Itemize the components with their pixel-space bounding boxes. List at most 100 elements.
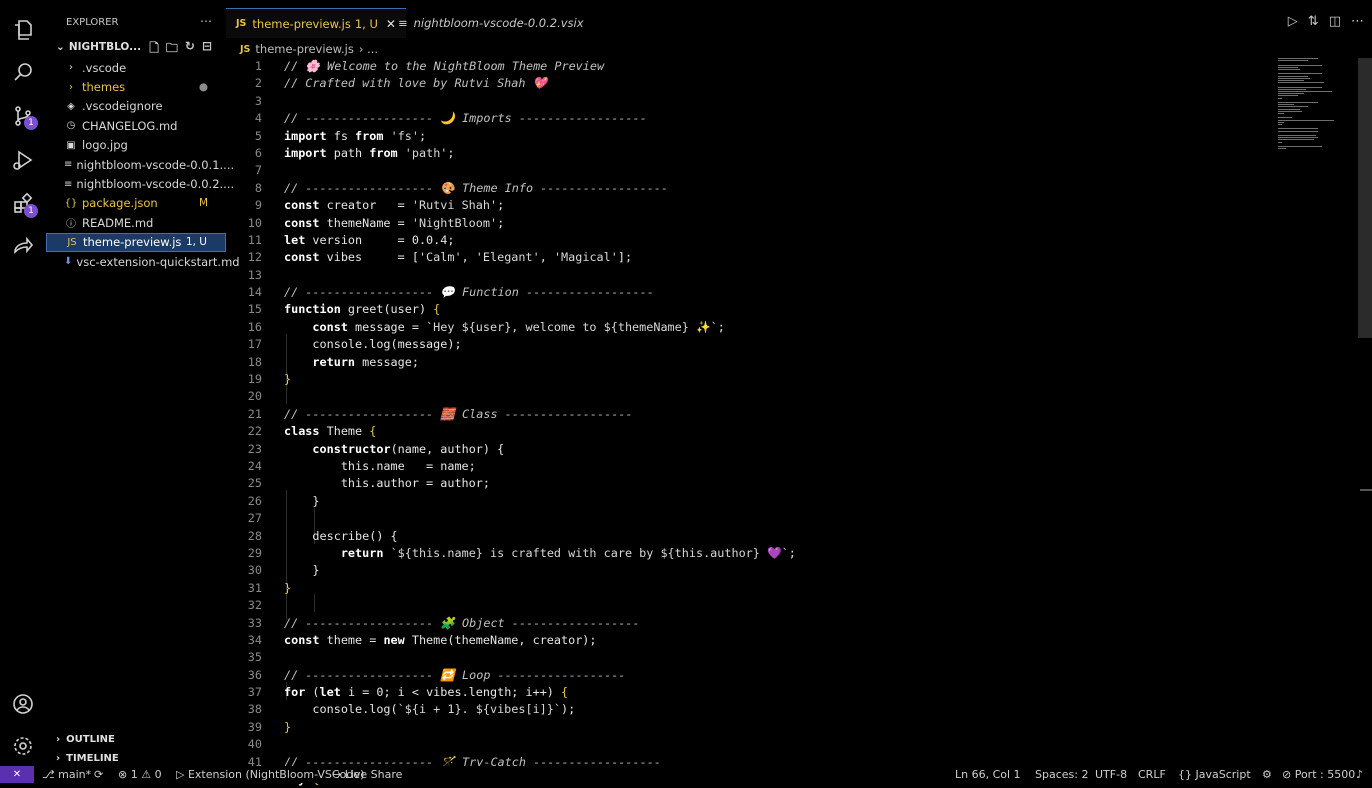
line-number: 17 (247, 337, 262, 352)
code-line[interactable]: 40 (226, 736, 1266, 753)
code-line[interactable]: 37 for (let i = 0; i < vibes.length; i++)… (226, 684, 1266, 701)
indentation[interactable]: Spaces: 2 (1035, 766, 1088, 783)
file-tree-item[interactable]: ≡ nightbloom-vscode-0.0.1.... (46, 155, 234, 174)
code-line[interactable]: 24 this.name = name; (226, 458, 1266, 475)
workspace-folder[interactable]: ⌄ NIGHTBLO... 🗋 🗀 ↻ ⊟ (46, 36, 226, 58)
live-share-icon[interactable] (0, 228, 46, 268)
git-status-badge: ● (198, 81, 208, 94)
file-tree-item[interactable]: ◈ .vscodeignore (46, 97, 226, 116)
file-tree-item[interactable]: ≡ nightbloom-vscode-0.0.2.... (46, 174, 234, 193)
code-line[interactable]: 15 function greet(user) { (226, 301, 1266, 318)
code-text: // ------------------ 🌙 Imports --------… (284, 111, 647, 126)
more-actions-icon[interactable]: ⋯ (200, 14, 212, 28)
compare-changes-icon[interactable]: ⇅ (1308, 14, 1319, 29)
code-line[interactable]: 22 class Theme { (226, 423, 1266, 440)
refresh-icon[interactable]: ↻ (185, 39, 195, 60)
code-line[interactable]: 2 // Crafted with love by Rutvi Shah 💖 (226, 75, 1266, 92)
settings-gear-icon[interactable] (0, 726, 46, 766)
minimap[interactable] (1278, 58, 1358, 158)
code-line[interactable]: 5 import fs from 'fs'; (226, 128, 1266, 145)
minimap-line (1278, 104, 1294, 106)
breadcrumb-file[interactable]: theme-preview.js (255, 42, 353, 56)
code-line[interactable]: 9 const creator = 'Rutvi Shah'; (226, 197, 1266, 214)
code-line[interactable]: 4 // ------------------ 🌙 Imports -------… (226, 110, 1266, 127)
more-actions-icon[interactable]: ⋯ (1351, 14, 1364, 29)
sync-icon[interactable]: ⟳ (94, 766, 103, 783)
notifications-bell-icon[interactable]: ♪ (1356, 766, 1363, 783)
code-line[interactable]: 3 (226, 93, 1266, 110)
code-line[interactable]: 34 const theme = new Theme(themeName, cre… (226, 632, 1266, 649)
line-number: 13 (247, 267, 262, 282)
code-line[interactable]: 38 console.log(`${i + 1}. ${vibes[i]}`); (226, 701, 1266, 718)
code-line[interactable]: 10 const themeName = 'NightBloom'; (226, 215, 1266, 232)
cursor-position[interactable]: Ln 66, Col 1 (955, 766, 1021, 783)
code-line[interactable]: 16 const message = `Hey ${user}, welcome… (226, 319, 1266, 336)
code-line[interactable]: 23 constructor(name, author) { (226, 441, 1266, 458)
account-icon[interactable] (0, 684, 46, 724)
file-tree-item[interactable]: {} package.json M (46, 194, 226, 213)
code-editor[interactable]: 1 // 🌸 Welcome to the NightBloom Theme Pr… (226, 58, 1266, 788)
run-debug-icon[interactable] (0, 140, 46, 180)
file-tree-item[interactable]: ⬇ vsc-extension-quickstart.md (46, 252, 240, 271)
file-tree-item[interactable]: ◷ CHANGELOG.md (46, 116, 226, 135)
encoding[interactable]: UTF-8 (1095, 766, 1127, 783)
line-number: 24 (247, 458, 262, 473)
code-line[interactable]: 1 // 🌸 Welcome to the NightBloom Theme Pr… (226, 58, 1266, 75)
outline-section[interactable]: › OUTLINE (46, 730, 236, 749)
code-line[interactable]: 12 const vibes = ['Calm', 'Elegant', 'Mag… (226, 249, 1266, 266)
branch-indicator[interactable]: ⎇ main* (42, 766, 91, 783)
live-share-button[interactable]: ↪ Live Share (332, 766, 402, 783)
live-server-port[interactable]: ⊘ Port : 5500 (1282, 766, 1355, 783)
vertical-scrollbar[interactable] (1358, 58, 1372, 338)
file-tree-item[interactable]: › .vscode (46, 58, 226, 77)
remote-indicator-icon[interactable]: ✕ (0, 766, 34, 783)
tab-vsix[interactable]: ≡ nightbloom-vscode-0.0.2.vsix (388, 8, 594, 37)
line-number: 40 (247, 737, 262, 752)
new-folder-icon[interactable]: 🗀 (166, 39, 178, 60)
copilot-icon[interactable]: ⚙ (1262, 766, 1272, 783)
tab-theme-preview[interactable]: JS theme-preview.js 1, U ✕ (226, 8, 406, 38)
code-line[interactable]: 32 (226, 597, 1266, 614)
code-line[interactable]: 27 (226, 510, 1266, 527)
breadcrumb-rest[interactable]: › ... (359, 42, 378, 56)
code-line[interactable]: 30 } (226, 562, 1266, 579)
code-line[interactable]: 20 (226, 388, 1266, 405)
code-line[interactable]: 21 // ------------------ 🧱 Class --------… (226, 406, 1266, 423)
code-line[interactable]: 13 (226, 267, 1266, 284)
file-tree-item[interactable]: ⓘ README.md (46, 213, 226, 232)
code-line[interactable]: 7 (226, 162, 1266, 179)
collapse-all-icon[interactable]: ⊟ (202, 39, 212, 60)
language-mode[interactable]: {} JavaScript (1178, 766, 1251, 783)
code-line[interactable]: 31} (226, 580, 1266, 597)
code-line[interactable]: 25 this.author = author; (226, 475, 1266, 492)
run-icon[interactable]: ▷ (1288, 14, 1298, 29)
code-line[interactable]: 11 let version = 0.0.4; (226, 232, 1266, 249)
breadcrumb: JS theme-preview.js › ... (240, 40, 378, 58)
code-line[interactable]: 8 // ------------------ 🎨 Theme Info ----… (226, 180, 1266, 197)
search-icon[interactable] (0, 52, 46, 92)
source-control-icon[interactable]: 1 (0, 96, 46, 136)
code-line[interactable]: 18 return message; (226, 354, 1266, 371)
code-line[interactable]: 19} (226, 371, 1266, 388)
code-line[interactable]: 33 // ------------------ 🧩 Object -------… (226, 615, 1266, 632)
code-line[interactable]: 17 console.log(message); (226, 336, 1266, 353)
code-line[interactable]: 6 import path from 'path'; (226, 145, 1266, 162)
new-file-icon[interactable]: 🗋 (149, 39, 159, 60)
split-editor-icon[interactable]: ◫ (1329, 14, 1341, 29)
code-line[interactable]: 36 // ------------------ 🔁 Loop ---------… (226, 667, 1266, 684)
extensions-icon[interactable]: 1 (0, 184, 46, 224)
chevron-down-icon: ⌄ (56, 41, 65, 53)
file-tree-item[interactable]: › themes ● (46, 77, 226, 96)
file-tree-item[interactable]: JS theme-preview.js 1, U (46, 232, 226, 252)
code-line[interactable]: 29 return `${this.name} is crafted with … (226, 545, 1266, 562)
end-of-line[interactable]: CRLF (1138, 766, 1166, 783)
code-line[interactable]: 35 (226, 649, 1266, 666)
file-tree-label: nightbloom-vscode-0.0.2.... (76, 177, 235, 192)
code-line[interactable]: 26 } (226, 493, 1266, 510)
explorer-icon[interactable] (0, 10, 46, 50)
code-line[interactable]: 39} (226, 719, 1266, 736)
code-line[interactable]: 28 describe() { (226, 528, 1266, 545)
file-tree-item[interactable]: ▣ logo.jpg (46, 136, 226, 155)
code-line[interactable]: 14 // ------------------ 💬 Function -----… (226, 284, 1266, 301)
problems-indicator[interactable]: ⊗ 1 ⚠ 0 (118, 766, 162, 783)
